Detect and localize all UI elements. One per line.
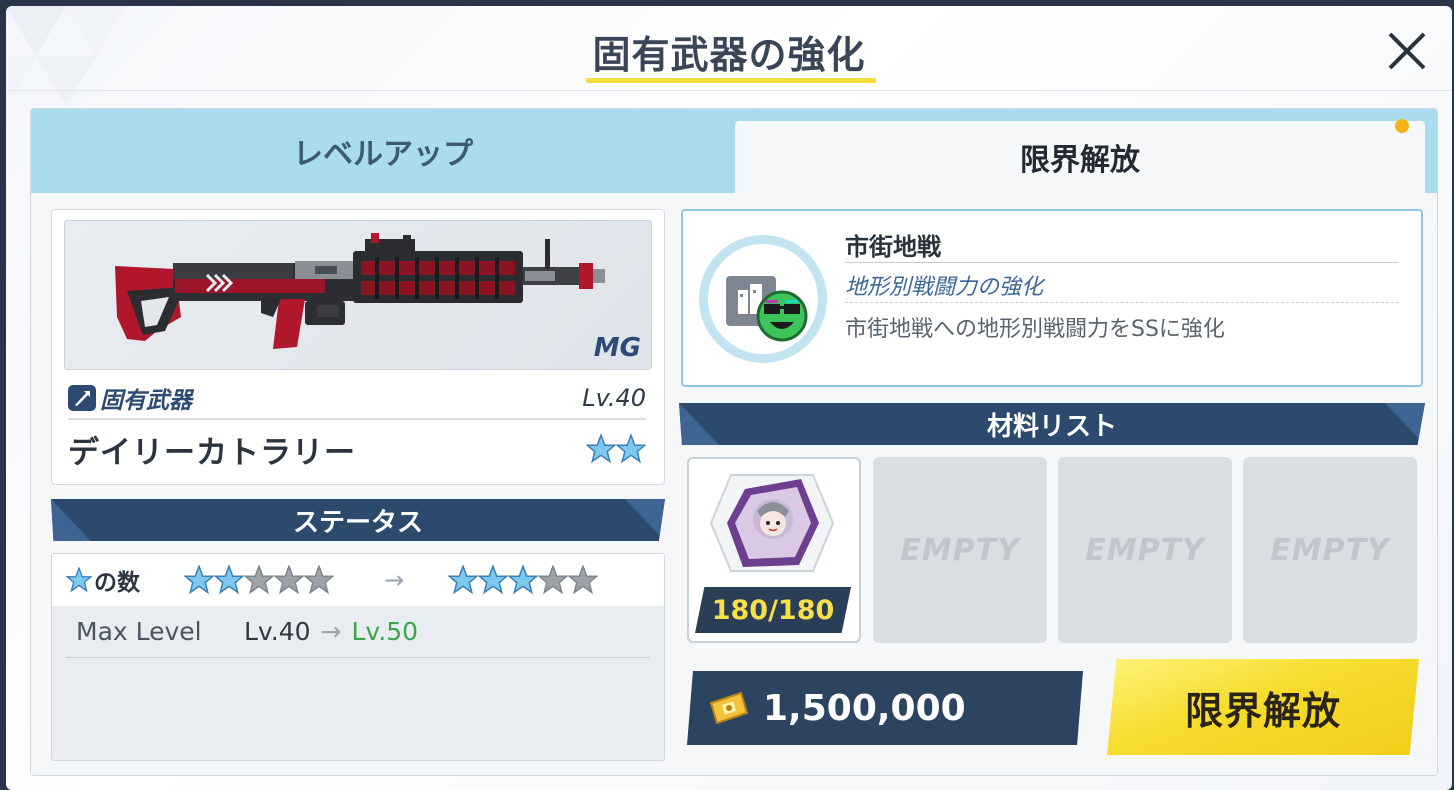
star-filled-icon xyxy=(184,565,214,595)
unique-weapon-icon xyxy=(68,385,96,411)
star-filled-icon xyxy=(214,565,244,595)
character-core-icon xyxy=(709,474,835,572)
status-panel: の数 → Max Level Lv.40 → Lv.50 xyxy=(51,553,665,761)
dialog-title: 固有武器の強化 xyxy=(592,33,866,77)
tab-limit-break[interactable]: 限界解放 xyxy=(735,121,1425,193)
empty-label: EMPTY xyxy=(1270,532,1390,568)
star-empty-icon xyxy=(274,565,304,595)
skill-title: 市街地戦 xyxy=(845,227,1399,263)
weapon-kind: 固有武器 xyxy=(68,381,192,415)
star-empty-icon xyxy=(568,565,599,595)
stars-after xyxy=(448,565,599,595)
star-empty-icon xyxy=(304,565,334,595)
cost-amount: 1,500,000 xyxy=(763,687,966,729)
max-level-row: Max Level Lv.40 → Lv.50 xyxy=(66,606,650,658)
title-divider xyxy=(6,90,1452,91)
weapon-name: デイリーカトラリー xyxy=(68,434,356,471)
skill-icon xyxy=(699,235,827,363)
status-header-label: ステータス xyxy=(292,507,423,538)
weapon-star-rating xyxy=(586,434,646,464)
star-filled-icon xyxy=(478,565,509,595)
weapon-name-row: デイリーカトラリー xyxy=(68,424,646,474)
weapon-level: Lv.40 xyxy=(582,384,646,412)
tab-level-up[interactable]: レベルアップ xyxy=(31,109,735,193)
close-icon xyxy=(1388,32,1426,70)
max-level-label: Max Level xyxy=(76,617,202,646)
star-filled-icon xyxy=(616,434,646,464)
weapon-enhance-dialog: 固有武器の強化 レベルアップ 限界解放 MG 固有武器 Lv.40 デイリーカト… xyxy=(6,6,1452,790)
star-filled-icon xyxy=(508,565,539,595)
weapon-type-label: MG xyxy=(593,333,641,363)
limit-break-button[interactable]: 限界解放 xyxy=(1107,659,1419,755)
star-count-label: の数 xyxy=(66,563,184,597)
credit-icon xyxy=(709,691,749,725)
material-slot-3[interactable]: EMPTY xyxy=(1058,457,1232,643)
enhance-panel: レベルアップ 限界解放 MG 固有武器 Lv.40 デイリーカトラリー ステータ… xyxy=(30,108,1438,776)
star-empty-icon xyxy=(538,565,569,595)
material-slot-2[interactable]: EMPTY xyxy=(873,457,1047,643)
material-slot-4[interactable]: EMPTY xyxy=(1243,457,1417,643)
stars-before xyxy=(184,565,334,595)
star-filled-icon xyxy=(586,434,616,464)
close-button[interactable] xyxy=(1382,26,1432,76)
urban-terrain-icon xyxy=(726,276,808,342)
skill-card: 市街地戦 地形別戦闘力の強化 市街地戦への地形別戦闘力をSSに強化 xyxy=(681,209,1423,387)
max-level-from: Lv.40 xyxy=(244,617,311,646)
empty-label: EMPTY xyxy=(900,532,1020,568)
machine-gun-illustration xyxy=(115,233,605,349)
weapon-card: MG 固有武器 Lv.40 デイリーカトラリー xyxy=(51,209,665,485)
material-list-header: 材料リスト xyxy=(679,403,1425,445)
material-slot-1[interactable]: 180/180 xyxy=(687,457,861,643)
star-empty-icon xyxy=(244,565,274,595)
skill-description: 市街地戦への地形別戦闘力をSSに強化 xyxy=(845,317,1225,342)
empty-label: EMPTY xyxy=(1085,532,1205,568)
notification-dot xyxy=(1395,119,1409,133)
star-arrow: → xyxy=(384,566,405,594)
status-section-header: ステータス xyxy=(51,499,665,541)
star-count-text: の数 xyxy=(94,570,140,596)
cost-display: 1,500,000 xyxy=(687,671,1083,745)
material-count: 180/180 xyxy=(695,587,851,633)
material-header-label: 材料リスト xyxy=(986,411,1117,442)
max-level-arrow: → xyxy=(320,617,342,646)
title-underline xyxy=(586,78,876,83)
weapon-kind-label: 固有武器 xyxy=(100,388,192,414)
star-count-row: の数 → xyxy=(52,554,664,606)
tab-content: MG 固有武器 Lv.40 デイリーカトラリー ステータス の数 → Max L… xyxy=(31,193,1437,775)
star-icon xyxy=(66,567,92,593)
weapon-meta-row: 固有武器 Lv.40 xyxy=(68,378,646,420)
weapon-image: MG xyxy=(64,220,652,370)
skill-subtitle: 地形別戦闘力の強化 xyxy=(845,269,1399,303)
max-level-to: Lv.50 xyxy=(351,617,419,646)
star-filled-icon xyxy=(448,565,479,595)
